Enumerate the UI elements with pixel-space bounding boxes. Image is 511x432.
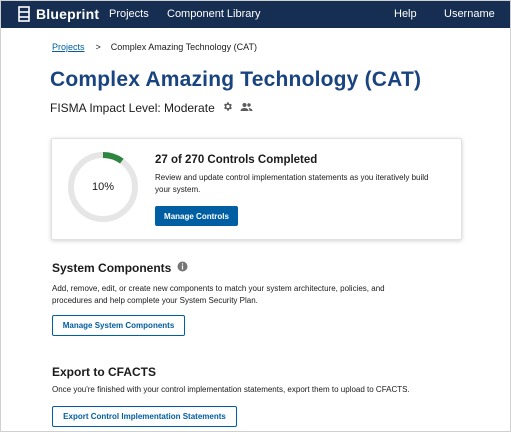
page-title: Complex Amazing Technology (CAT)	[50, 68, 422, 91]
system-components-heading: System Components	[52, 261, 188, 275]
brand-name: Blueprint	[36, 6, 100, 22]
people-icon[interactable]	[240, 101, 253, 115]
progress-percent: 10%	[91, 181, 115, 193]
breadcrumb-projects[interactable]: Projects	[52, 42, 85, 52]
nav-username[interactable]: Username	[444, 8, 495, 20]
export-statements-button[interactable]: Export Control Implementation Statements	[52, 406, 237, 427]
manage-controls-button[interactable]: Manage Controls	[155, 206, 238, 226]
gear-icon[interactable]	[222, 101, 233, 115]
manage-system-components-button[interactable]: Manage System Components	[52, 315, 185, 336]
blueprint-logo-icon	[18, 6, 30, 22]
system-components-title: System Components	[52, 261, 172, 275]
breadcrumb-separator: >	[95, 42, 101, 52]
app-window: Blueprint Projects Component Library Hel…	[0, 0, 511, 432]
system-components-description: Add, remove, edit, or create new compone…	[52, 284, 385, 305]
export-heading: Export to CFACTS	[52, 365, 156, 379]
breadcrumb: Projects > Complex Amazing Technology (C…	[52, 42, 257, 52]
top-nav: Blueprint Projects Component Library Hel…	[1, 1, 510, 28]
brand[interactable]: Blueprint	[18, 5, 99, 23]
fisma-label: FISMA Impact Level: Moderate	[50, 101, 215, 115]
nav-help[interactable]: Help	[394, 8, 417, 20]
controls-description: Review and update control implementation…	[155, 173, 429, 194]
fisma-level: FISMA Impact Level: Moderate	[50, 101, 253, 115]
export-description: Once you're finished with your control i…	[52, 385, 410, 394]
nav-projects[interactable]: Projects	[109, 8, 149, 20]
nav-component-library[interactable]: Component Library	[167, 8, 261, 20]
controls-progress-card: 10% 27 of 270 Controls Completed Review …	[51, 138, 462, 240]
info-icon[interactable]	[177, 261, 188, 275]
controls-completed-title: 27 of 270 Controls Completed	[155, 154, 318, 166]
breadcrumb-current: Complex Amazing Technology (CAT)	[110, 42, 258, 52]
